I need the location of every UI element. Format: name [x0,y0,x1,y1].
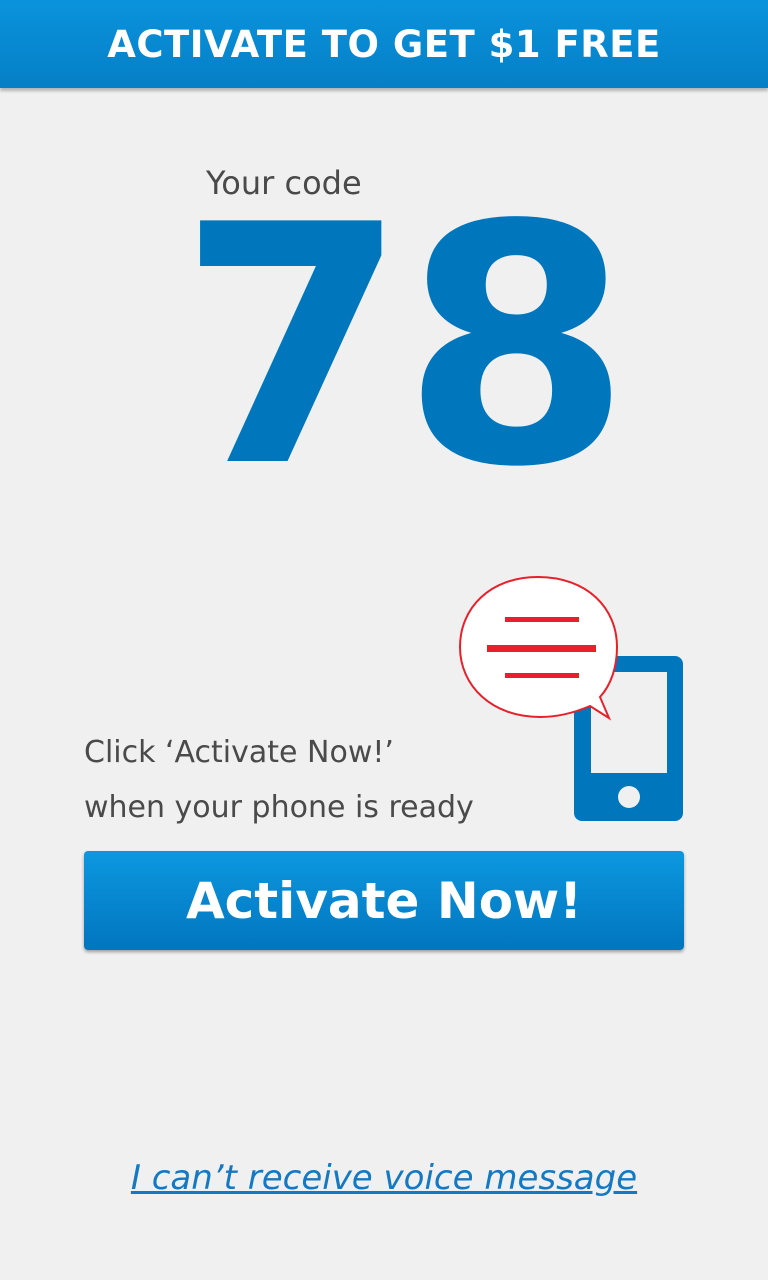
instruction-line-1: Click ‘Activate Now!’ [84,735,394,770]
banner-title: ACTIVATE TO GET $1 FREE [107,22,661,66]
activate-now-button[interactable]: Activate Now! [84,851,684,950]
phone-with-message-bubble-icon [458,575,683,821]
cant-receive-voice-message-link[interactable]: I can’t receive voice message [0,1158,768,1198]
activate-now-label: Activate Now! [185,871,583,930]
activation-code: 78 [178,155,631,539]
instruction-line-2: when your phone is ready [84,790,474,825]
instruction-text: Click ‘Activate Now!’ when your phone is… [84,725,474,835]
top-banner: ACTIVATE TO GET $1 FREE [0,0,768,88]
speech-bubble-icon [458,575,619,721]
